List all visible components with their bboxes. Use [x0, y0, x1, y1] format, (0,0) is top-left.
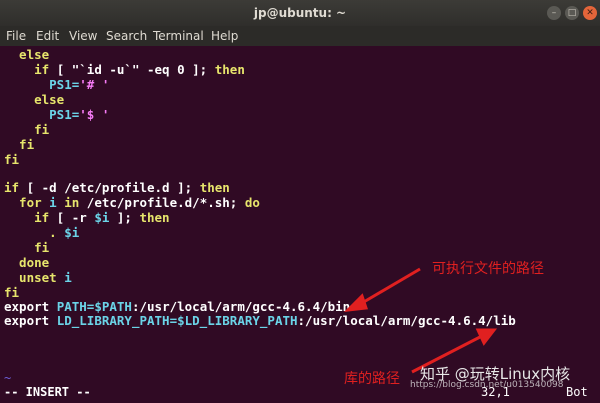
annotation-arrows	[343, 267, 498, 374]
annotation-exec-path: 可执行文件的路径	[432, 261, 544, 277]
watermark-zhihu: 知乎 @玩转Linux内核	[420, 365, 571, 383]
annotation-lib-path: 库的路径	[344, 371, 400, 387]
arrow-head-bin	[343, 293, 369, 312]
arrow-to-bin	[361, 267, 421, 305]
arrow-head-lib	[475, 328, 498, 346]
